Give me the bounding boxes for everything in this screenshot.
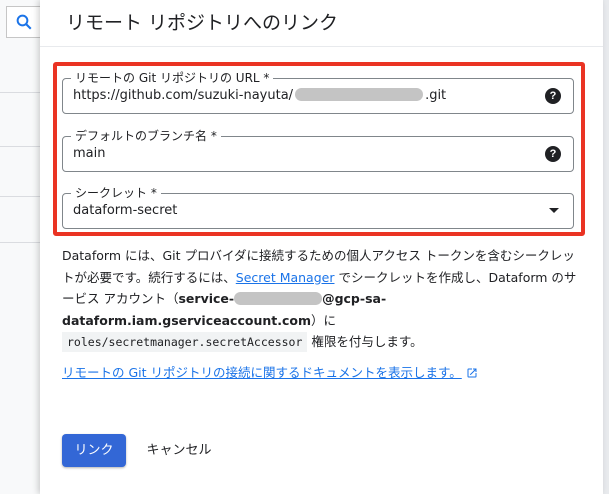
secret-select[interactable]: シークレット * dataform-secret xyxy=(62,185,574,229)
background-page xyxy=(0,0,41,494)
help-icon[interactable]: ? xyxy=(545,146,561,162)
role-code: roles/secretmanager.secretAccessor xyxy=(62,332,308,352)
dropdown-caret-icon[interactable] xyxy=(549,208,559,213)
search-icon xyxy=(16,14,32,30)
secret-manager-link[interactable]: Secret Manager xyxy=(236,270,335,285)
link-button[interactable]: リンク xyxy=(62,434,126,467)
dialog-title: リモート リポジトリへのリンク xyxy=(66,12,339,34)
documentation-link[interactable]: リモートの Git リポジトリの接続に関するドキュメントを表示します。 xyxy=(62,362,478,381)
redacted-text xyxy=(295,88,424,101)
default-branch-label: デフォルトのブランチ名 * xyxy=(71,128,221,144)
default-branch-field[interactable]: デフォルトのブランチ名 * main ? xyxy=(62,128,574,172)
description-text: ）に xyxy=(311,312,337,328)
documentation-link-label: リモートの Git リポジトリの接続に関するドキュメントを表示します。 xyxy=(62,365,462,380)
open-in-new-icon xyxy=(467,368,477,378)
git-url-label: リモートの Git リポジトリの URL * xyxy=(71,70,274,86)
git-url-value: https://github.com/suzuki-nayuta/ .git xyxy=(73,88,446,103)
help-icon[interactable]: ? xyxy=(545,88,561,104)
link-repository-dialog: リモート リポジトリへのリンク リモートの Git リポジトリの URL * h… xyxy=(40,0,603,494)
description-text: 権限を付与します。 xyxy=(307,334,423,349)
cancel-button[interactable]: キャンセル xyxy=(138,434,220,467)
background-divider xyxy=(0,242,40,243)
title-divider xyxy=(40,46,603,47)
redacted-text xyxy=(234,292,323,305)
secret-value: dataform-secret xyxy=(73,203,178,218)
default-branch-value: main xyxy=(73,146,106,161)
background-divider xyxy=(0,92,40,93)
background-divider xyxy=(0,196,40,197)
background-scroll-edge xyxy=(603,0,609,494)
git-url-suffix: .git xyxy=(425,88,447,103)
secret-description: Dataform には、Git プロバイダに接続するための個人アクセス トークン… xyxy=(62,245,578,354)
search-button[interactable] xyxy=(6,6,41,38)
background-divider xyxy=(0,146,40,147)
secret-label: シークレット * xyxy=(71,185,161,201)
service-account-prefix: service- xyxy=(178,291,235,306)
git-url-field[interactable]: リモートの Git リポジトリの URL * https://github.co… xyxy=(62,70,574,114)
git-url-prefix: https://github.com/suzuki-nayuta/ xyxy=(73,88,294,103)
